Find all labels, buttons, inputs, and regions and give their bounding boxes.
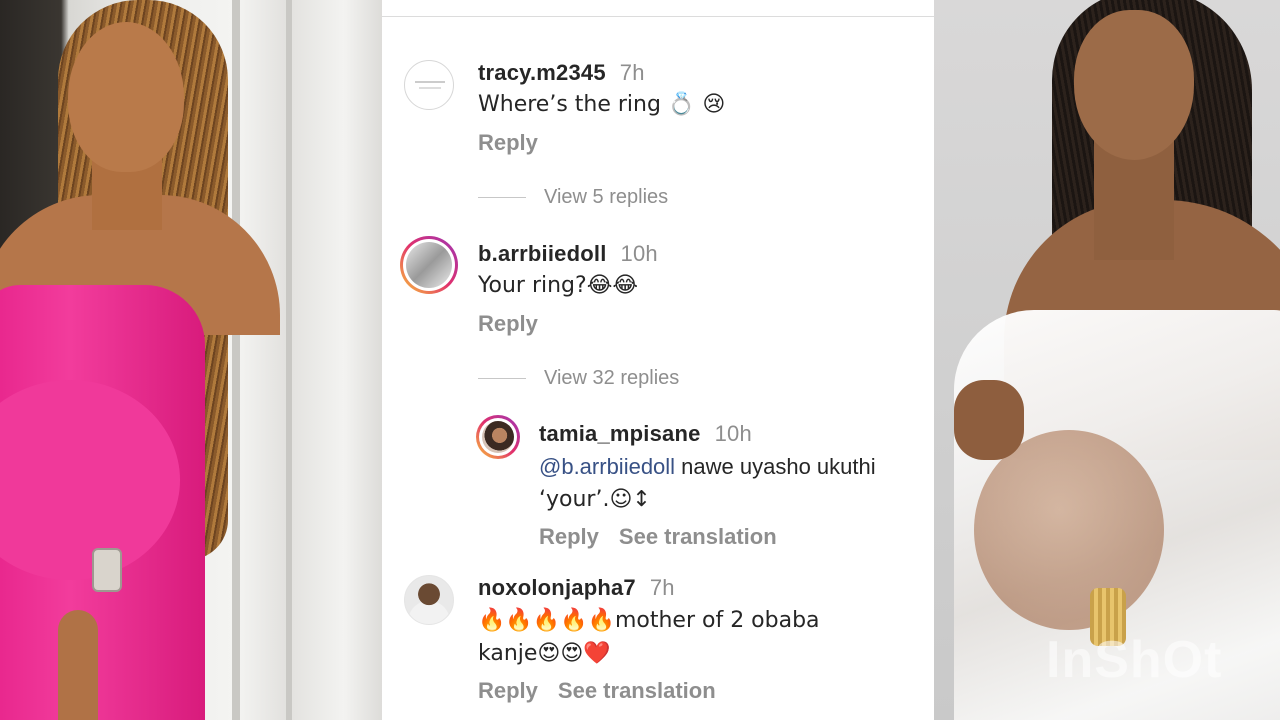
username-text[interactable]: noxolonjapha7: [478, 575, 636, 600]
replies-line: [478, 378, 526, 380]
comment-text: Your ring?😂😂: [478, 273, 639, 298]
comment-text-line2: kanje😍😍❤️: [478, 641, 611, 666]
mention-link[interactable]: @b.arrbiiedoll: [539, 454, 675, 479]
username-text[interactable]: b.arrbiiedoll: [478, 241, 607, 266]
comment-time: 7h: [619, 60, 645, 85]
replies-line: [478, 197, 526, 199]
see-translation-button[interactable]: See translation: [558, 678, 716, 703]
comment-username[interactable]: tamia_mpisane 10h: [539, 421, 752, 447]
reply-button[interactable]: Reply: [478, 678, 538, 703]
hand: [954, 380, 1024, 460]
inshot-watermark: InShOt: [1046, 631, 1223, 689]
top-divider: [382, 16, 934, 17]
comment-time: 7h: [649, 575, 675, 600]
avatar[interactable]: [476, 415, 520, 459]
comment-text: 🔥🔥🔥🔥🔥mother of 2 obaba: [478, 608, 820, 633]
face: [68, 22, 184, 172]
view-replies-button[interactable]: View 32 replies: [478, 367, 679, 390]
view-replies-button[interactable]: View 5 replies: [478, 186, 668, 209]
reply-button[interactable]: Reply: [478, 130, 538, 155]
leg: [58, 610, 98, 720]
right-photo: InShOt: [934, 0, 1280, 720]
comment-username[interactable]: noxolonjapha7 7h: [478, 575, 675, 601]
comment-username[interactable]: b.arrbiiedoll 10h: [478, 241, 658, 267]
baby-bump: [974, 430, 1164, 630]
comment-actions: Reply: [478, 311, 538, 337]
username-text[interactable]: tracy.m2345: [478, 60, 606, 85]
comment-time: 10h: [714, 421, 752, 446]
door-frame: [286, 0, 292, 720]
comment-actions: Reply See translation: [478, 678, 716, 704]
comment-actions: Reply: [478, 130, 538, 156]
door-frame: [232, 0, 240, 720]
comment-text: Where’s the ring 💍 😢: [478, 92, 726, 117]
reply-button[interactable]: Reply: [539, 524, 599, 549]
username-text[interactable]: tamia_mpisane: [539, 421, 701, 446]
comment-text: @b.arrbiiedoll nawe uyasho ukuthi: [539, 454, 876, 479]
avatar[interactable]: [400, 236, 458, 294]
comments-panel: tracy.m2345 7h Where’s the ring 💍 😢 Reply…: [382, 0, 934, 720]
left-photo: [0, 0, 382, 720]
comment-actions: Reply See translation: [539, 524, 777, 550]
comment-username[interactable]: tracy.m2345 7h: [478, 60, 645, 86]
see-translation-button[interactable]: See translation: [619, 524, 777, 549]
avatar[interactable]: [404, 60, 454, 110]
comment-text-line2: ‘your’.☺↕: [539, 487, 651, 512]
avatar[interactable]: [404, 575, 454, 625]
wrist-watch: [92, 548, 122, 592]
face: [1074, 10, 1194, 160]
comment-time: 10h: [620, 241, 658, 266]
reply-button[interactable]: Reply: [478, 311, 538, 336]
